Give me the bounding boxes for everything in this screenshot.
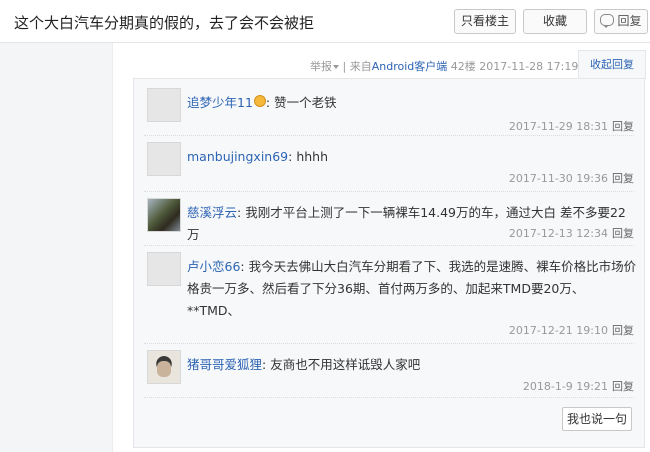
reply-username[interactable]: 卢小恋66 — [187, 259, 240, 274]
reply-content: 友商也不用这样诋毁人家吧 — [270, 357, 421, 372]
speech-bubble-icon — [600, 14, 615, 28]
reply-username[interactable]: 追梦少年11 — [187, 95, 253, 110]
collapse-reply-button[interactable]: 收起回复 — [578, 50, 646, 79]
reply-button[interactable]: 回复 — [594, 9, 648, 34]
favorite-button[interactable]: 收藏 — [523, 9, 587, 34]
avatar[interactable] — [147, 142, 181, 176]
reply-item: 慈溪浮云: 我刚才平台上测了一下一辆裸车14.49万的车，通过大白 差不多要22… — [144, 193, 634, 246]
reply-content: hhhh — [296, 149, 329, 164]
reply-item: manbujingxin69: hhhh 2017-11-30 19:36 回复 — [144, 137, 634, 192]
author-panel — [0, 43, 113, 452]
thread-title: 这个大白汽车分期真的假的，去了会不会被拒 — [14, 14, 315, 32]
client-link[interactable]: Android客户端 — [372, 60, 448, 73]
reply-content: 我今天去佛山大白汽车分期看了下、我选的是速腾、裸车价格比市场价格贵一万多、然后看… — [187, 259, 637, 318]
reply-item: 猪哥哥爱狐狸: 友商也不用这样诋毁人家吧 2018-1-9 19:21 回复 — [144, 345, 634, 398]
dropdown-arrow-icon — [333, 65, 339, 69]
reply-link[interactable]: 回复 — [612, 172, 634, 185]
reply-item: 追梦少年11: 赞一个老铁 2017-11-29 18:31 回复 — [144, 83, 634, 136]
avatar[interactable] — [147, 88, 181, 122]
reply-item: 卢小恋66: 我今天去佛山大白汽车分期看了下、我选的是速腾、裸车价格比市场价格贵… — [144, 247, 637, 344]
thread-header: 这个大白汽车分期真的假的，去了会不会被拒 只看楼主 收藏 回复 — [0, 0, 650, 43]
post-meta: 举报 | 来自Android客户端 42楼 2017-11-28 17:19 — [310, 58, 578, 74]
report-link[interactable]: 举报 — [310, 60, 339, 73]
floor-number: 42楼 — [450, 60, 476, 73]
reply-username[interactable]: 猪哥哥爱狐狸 — [187, 357, 262, 372]
reply-button-label: 回复 — [617, 14, 642, 28]
reply-link[interactable]: 回复 — [612, 324, 634, 337]
avatar[interactable] — [147, 252, 181, 286]
post-time: 2017-11-28 17:19 — [479, 60, 579, 73]
avatar[interactable] — [147, 198, 181, 232]
reply-panel: 追梦少年11: 赞一个老铁 2017-11-29 18:31 回复 manbuji… — [133, 78, 645, 448]
say-something-button[interactable]: 我也说一句 — [562, 407, 632, 431]
only-op-button[interactable]: 只看楼主 — [454, 9, 516, 34]
reply-username[interactable]: 慈溪浮云 — [187, 205, 237, 220]
reply-link[interactable]: 回复 — [612, 120, 634, 133]
meta-separator: | — [342, 60, 347, 73]
avatar[interactable] — [147, 350, 181, 384]
reply-link[interactable]: 回复 — [612, 227, 634, 240]
reply-time: 2017-12-13 12:34 — [508, 227, 608, 240]
source-label: 来自 — [349, 60, 372, 73]
smile-emoji-icon — [253, 95, 266, 107]
reply-link[interactable]: 回复 — [612, 380, 634, 393]
face-icon — [157, 361, 171, 377]
reply-time: 2018-1-9 19:21 — [522, 380, 608, 393]
reply-time: 2017-11-29 18:31 — [508, 120, 608, 133]
reply-time: 2017-12-21 19:10 — [508, 324, 608, 337]
reply-content: 赞一个老铁 — [274, 95, 337, 110]
reply-time: 2017-11-30 19:36 — [508, 172, 608, 185]
reply-username[interactable]: manbujingxin69 — [187, 149, 288, 164]
